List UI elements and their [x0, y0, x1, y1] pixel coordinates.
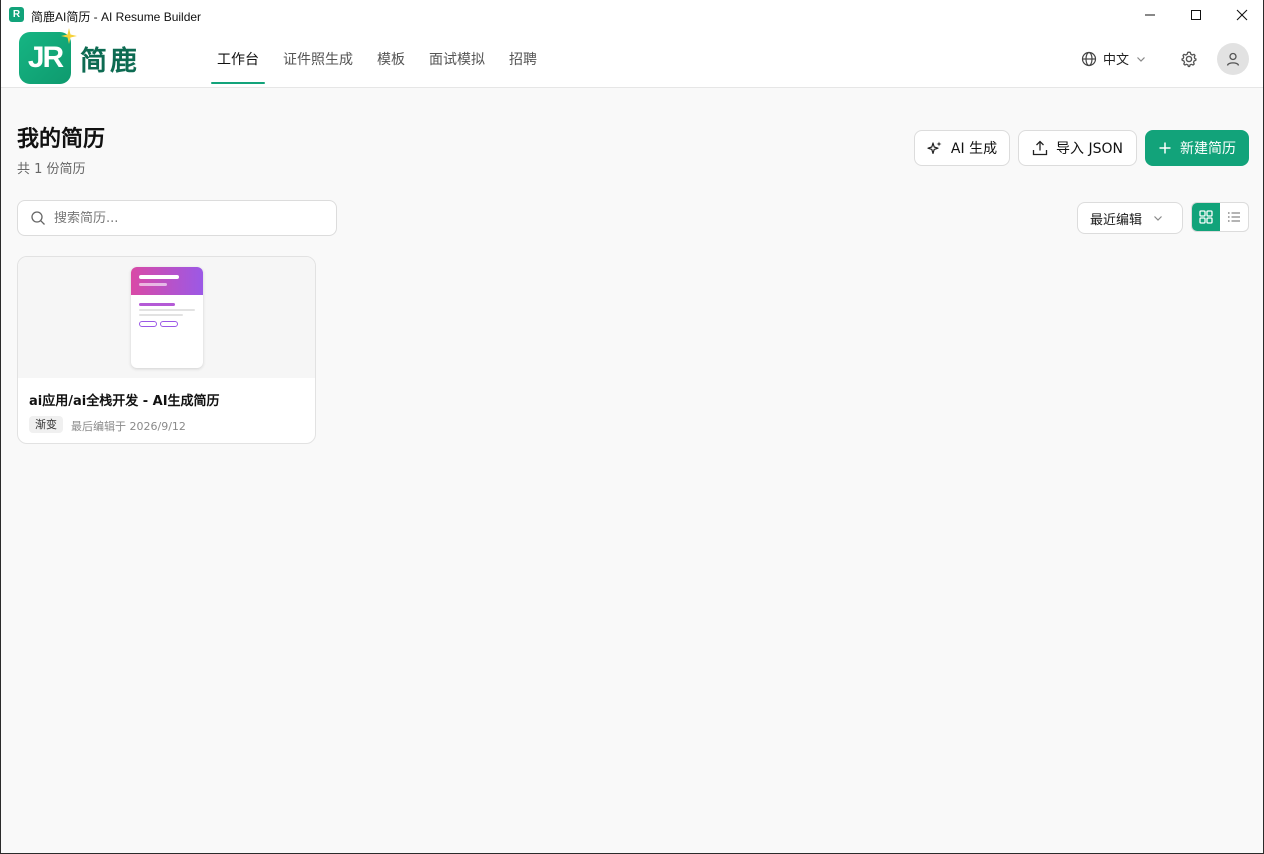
thumbnail-text-line — [139, 309, 195, 311]
resume-card-preview — [18, 257, 315, 378]
sort-selected-label: 最近编辑 — [1090, 212, 1143, 228]
maximize-button[interactable] — [1173, 0, 1219, 30]
thumbnail-tag — [139, 321, 157, 327]
thumbnail-name-line — [139, 275, 179, 279]
close-icon — [1236, 9, 1248, 21]
sort-select[interactable]: 最近编辑 — [1077, 202, 1183, 234]
list-icon — [1227, 212, 1240, 222]
title-bar: R 简鹿AI简历 - AI Resume Builder — [1, 0, 1263, 30]
import-json-label: 导入 JSON — [1056, 141, 1123, 157]
sparkles-icon — [927, 141, 942, 154]
user-icon — [1226, 52, 1240, 66]
resume-card[interactable]: ai应用/ai全栈开发 - AI生成简历 渐变 最后编辑于 2026/9/12 — [17, 256, 316, 444]
search-input[interactable] — [54, 210, 314, 226]
sparkle-icon — [61, 28, 77, 44]
user-avatar[interactable] — [1217, 43, 1249, 75]
nav-item-workbench[interactable]: 工作台 — [205, 30, 271, 88]
thumbnail-section-line — [139, 303, 175, 306]
thumbnail-header — [131, 267, 203, 295]
brand-logo[interactable]: JR — [19, 28, 77, 84]
logo-letters: JR — [27, 41, 64, 74]
search-box — [17, 200, 337, 236]
resume-count: 共 1 份简历 — [17, 162, 86, 177]
chevron-down-icon — [1154, 216, 1162, 221]
chevron-down-icon — [1137, 56, 1145, 62]
nav-item-interview[interactable]: 面试模拟 — [417, 30, 497, 88]
settings-gear-icon[interactable] — [1179, 49, 1199, 69]
app-icon: R — [9, 7, 24, 22]
view-mode-toggle — [1191, 202, 1249, 232]
resume-thumbnail — [131, 267, 203, 368]
app-header: JR 简鹿 工作台 证件照生成 模板 面试模拟 招聘 中文 — [1, 28, 1263, 88]
ai-generate-label: AI 生成 — [950, 141, 998, 157]
language-selector[interactable]: 中文 — [1081, 49, 1147, 68]
template-badge: 渐变 — [29, 416, 63, 433]
language-label: 中文 — [1103, 53, 1130, 68]
last-edited-date: 最后编辑于 2026/9/12 — [71, 420, 186, 433]
minimize-button[interactable] — [1127, 0, 1173, 30]
thumbnail-text-line — [139, 314, 183, 316]
minimize-icon — [1145, 14, 1155, 16]
resume-title: ai应用/ai全栈开发 - AI生成简历 — [29, 394, 220, 409]
grid-icon — [1199, 210, 1213, 224]
main-nav: 工作台 证件照生成 模板 面试模拟 招聘 — [205, 30, 549, 88]
upload-icon — [1032, 140, 1048, 156]
maximize-icon — [1191, 10, 1201, 20]
globe-icon — [1081, 51, 1097, 66]
nav-item-recruiting[interactable]: 招聘 — [497, 30, 549, 88]
list-view-button[interactable] — [1220, 203, 1248, 231]
nav-item-templates[interactable]: 模板 — [365, 30, 417, 88]
close-window-button[interactable] — [1219, 0, 1264, 30]
new-resume-label: 新建简历 — [1180, 141, 1236, 157]
window-title: 简鹿AI简历 - AI Resume Builder — [31, 10, 202, 24]
plus-icon — [1159, 142, 1171, 154]
import-json-button[interactable]: 导入 JSON — [1018, 130, 1137, 166]
ai-generate-button[interactable]: AI 生成 — [914, 130, 1010, 166]
grid-view-button[interactable] — [1192, 203, 1220, 231]
thumbnail-tag — [160, 321, 178, 327]
nav-item-id-photo[interactable]: 证件照生成 — [271, 30, 365, 88]
thumbnail-subtitle-line — [139, 283, 167, 286]
new-resume-button[interactable]: 新建简历 — [1145, 130, 1249, 166]
page-title: 我的简历 — [17, 127, 106, 152]
brand-name: 简鹿 — [80, 46, 140, 77]
app-window: R 简鹿AI简历 - AI Resume Builder JR 简鹿 工作台 证… — [0, 0, 1264, 854]
search-icon — [31, 211, 45, 225]
